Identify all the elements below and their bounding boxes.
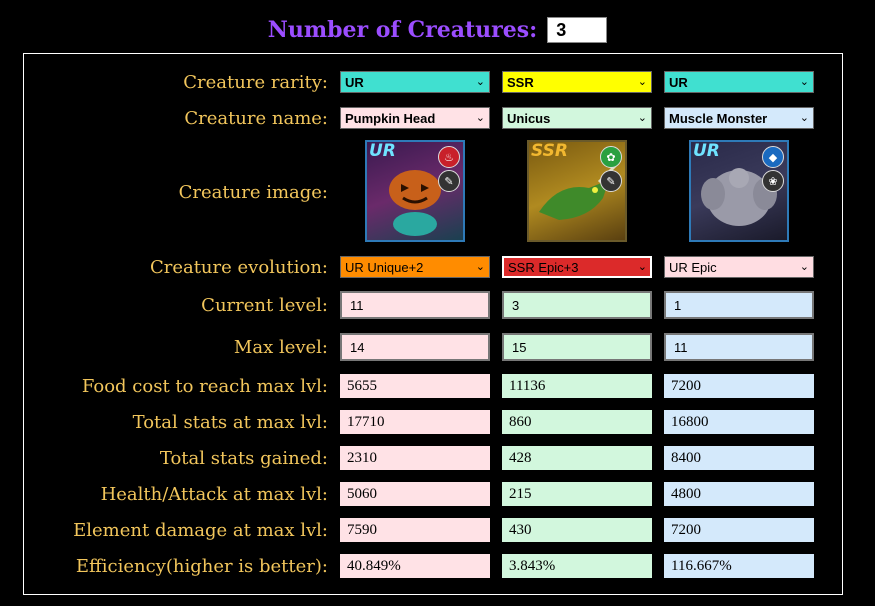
creature-image-3: UR ◆ ❀ bbox=[689, 140, 789, 242]
paw-icon: ❀ bbox=[762, 170, 784, 192]
rarity-select-2[interactable]: SSR bbox=[502, 71, 652, 93]
header: Number of Creatures: bbox=[0, 14, 875, 46]
current-level-input-3[interactable] bbox=[664, 291, 814, 319]
row-current-level: Current level: bbox=[24, 290, 842, 320]
rarity-badge: SSR bbox=[531, 141, 568, 161]
current-level-input-2[interactable] bbox=[502, 291, 652, 319]
rarity-select-3[interactable]: UR bbox=[664, 71, 814, 93]
name-select-3[interactable]: Muscle Monster bbox=[664, 107, 814, 129]
health-attack-value-3: 4800 bbox=[664, 482, 814, 506]
stats-gained-value-2: 428 bbox=[502, 446, 652, 470]
element-damage-value-2: 430 bbox=[502, 518, 652, 542]
total-stats-value-3: 16800 bbox=[664, 410, 814, 434]
rarity-badge: UR bbox=[693, 141, 720, 161]
water-icon: ◆ bbox=[762, 146, 784, 168]
creature-image-2: SSR ✿ ✎ bbox=[527, 140, 627, 242]
creature-panel: Creature rarity: UR ⌄ SSR ⌄ UR ⌄ Creature n… bbox=[23, 53, 843, 595]
row-max-level: Max level: bbox=[24, 332, 842, 362]
element-damage-value-1: 7590 bbox=[340, 518, 490, 542]
label-health-attack: Health/Attack at max lvl: bbox=[100, 483, 328, 505]
row-rarity: Creature rarity: UR ⌄ SSR ⌄ UR ⌄ bbox=[24, 70, 842, 94]
element-damage-value-3: 7200 bbox=[664, 518, 814, 542]
label-food-cost: Food cost to reach max lvl: bbox=[81, 375, 328, 397]
creature-count-input[interactable] bbox=[547, 17, 608, 43]
fire-icon: ♨ bbox=[438, 146, 460, 168]
leaf-icon: ✿ bbox=[600, 146, 622, 168]
row-evolution: Creature evolution: UR Unique+2 ⌄ SSR Epi… bbox=[24, 255, 842, 279]
max-level-input-3[interactable] bbox=[664, 333, 814, 361]
name-select-1[interactable]: Pumpkin Head bbox=[340, 107, 490, 129]
stats-gained-value-1: 2310 bbox=[340, 446, 490, 470]
health-attack-value-2: 215 bbox=[502, 482, 652, 506]
name-select-2[interactable]: Unicus bbox=[502, 107, 652, 129]
current-level-input-1[interactable] bbox=[340, 291, 490, 319]
total-stats-value-1: 17710 bbox=[340, 410, 490, 434]
label-name: Creature name: bbox=[184, 107, 328, 129]
total-stats-value-2: 860 bbox=[502, 410, 652, 434]
food-cost-value-2: 11136 bbox=[502, 374, 652, 398]
row-food-cost: Food cost to reach max lvl: 5655 11136 7… bbox=[24, 374, 842, 398]
label-efficiency: Efficiency(higher is better): bbox=[75, 555, 328, 577]
row-name: Creature name: Pumpkin Head ⌄ Unicus ⌄ Mus… bbox=[24, 106, 842, 130]
evolution-select-3[interactable]: UR Epic bbox=[664, 256, 814, 278]
creature-count-label: Number of Creatures: bbox=[267, 17, 538, 43]
label-stats-gained: Total stats gained: bbox=[159, 447, 328, 469]
efficiency-value-3: 116.667% bbox=[664, 554, 814, 578]
row-stats-gained: Total stats gained: 2310 428 8400 bbox=[24, 446, 842, 470]
efficiency-value-1: 40.849% bbox=[340, 554, 490, 578]
row-health-attack: Health/Attack at max lvl: 5060 215 4800 bbox=[24, 482, 842, 506]
rarity-badge: UR bbox=[369, 141, 396, 161]
row-total-stats: Total stats at max lvl: 17710 860 16800 bbox=[24, 410, 842, 434]
stats-gained-value-3: 8400 bbox=[664, 446, 814, 470]
food-cost-value-1: 5655 bbox=[340, 374, 490, 398]
evolution-select-1[interactable]: UR Unique+2 bbox=[340, 256, 490, 278]
food-cost-value-3: 7200 bbox=[664, 374, 814, 398]
label-evolution: Creature evolution: bbox=[149, 256, 328, 278]
feather-icon: ✎ bbox=[438, 170, 460, 192]
rarity-select-1[interactable]: UR bbox=[340, 71, 490, 93]
health-attack-value-1: 5060 bbox=[340, 482, 490, 506]
efficiency-value-2: 3.843% bbox=[502, 554, 652, 578]
feather-icon: ✎ bbox=[600, 170, 622, 192]
row-efficiency: Efficiency(higher is better): 40.849% 3.… bbox=[24, 554, 842, 578]
evolution-select-2[interactable]: SSR Epic+3 bbox=[502, 256, 652, 278]
label-max-level: Max level: bbox=[233, 336, 328, 358]
row-image: Creature image: UR ♨ ✎ SSR ✿ ✎ UR ◆ ❀ bbox=[24, 140, 842, 244]
row-element-damage: Element damage at max lvl: 7590 430 7200 bbox=[24, 518, 842, 542]
label-element-damage: Element damage at max lvl: bbox=[73, 519, 328, 541]
label-total-stats: Total stats at max lvl: bbox=[132, 411, 328, 433]
label-rarity: Creature rarity: bbox=[183, 71, 328, 93]
creature-image-1: UR ♨ ✎ bbox=[365, 140, 465, 242]
label-image: Creature image: bbox=[178, 181, 328, 203]
max-level-input-2[interactable] bbox=[502, 333, 652, 361]
label-current-level: Current level: bbox=[201, 294, 328, 316]
max-level-input-1[interactable] bbox=[340, 333, 490, 361]
